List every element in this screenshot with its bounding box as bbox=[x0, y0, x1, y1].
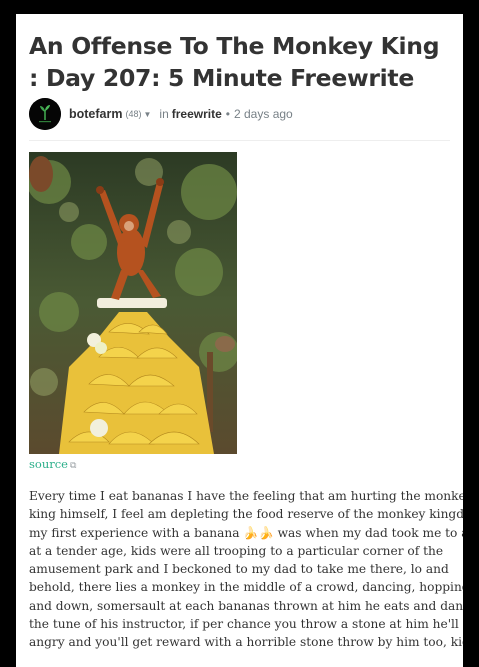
in-label: in bbox=[159, 107, 169, 121]
author-name[interactable]: botefarm bbox=[69, 107, 122, 121]
body-line: the tune of his instructor, if per chanc… bbox=[29, 617, 463, 632]
post-title: An Offense To The Monkey King : Day 207:… bbox=[29, 32, 440, 92]
avatar-plant-logo bbox=[29, 98, 61, 130]
post-body: Every time I eat bananas I have the feel… bbox=[29, 487, 463, 652]
body-line: my first experience with a banana 🍌🍌 was… bbox=[29, 525, 463, 540]
post-image[interactable] bbox=[29, 152, 237, 454]
monkey-on-bananas-image bbox=[29, 152, 237, 454]
post-card: An Offense To The Monkey King : Day 207:… bbox=[16, 14, 463, 667]
body-line: and down, somersault at each bananas thr… bbox=[29, 598, 463, 613]
image-source-link[interactable]: source ⧉ bbox=[29, 457, 76, 471]
source-label[interactable]: source bbox=[29, 457, 68, 471]
author-avatar[interactable] bbox=[29, 98, 61, 130]
body-line: Every time I eat bananas I have the feel… bbox=[29, 489, 463, 503]
external-link-icon: ⧉ bbox=[69, 461, 77, 471]
chevron-down-icon[interactable]: ▼ bbox=[144, 110, 152, 119]
post-timestamp[interactable]: 2 days ago bbox=[234, 107, 293, 121]
body-line: amusement park and I beckoned to my dad … bbox=[29, 562, 449, 577]
post-byline: botefarm (48) ▼ in freewrite • 2 days ag… bbox=[29, 98, 293, 130]
body-line: king himself, I feel am depleting the fo… bbox=[29, 507, 463, 522]
body-line: angry and you'll get reward with a horri… bbox=[29, 635, 463, 650]
header-divider bbox=[29, 140, 450, 141]
body-line: at a tender age, kids were all trooping … bbox=[29, 543, 444, 558]
byline-separator: • bbox=[225, 107, 230, 121]
community-link[interactable]: freewrite bbox=[172, 107, 222, 121]
body-line: behold, there lies a monkey in the middl… bbox=[29, 580, 463, 595]
author-reputation: (48) bbox=[125, 109, 142, 119]
